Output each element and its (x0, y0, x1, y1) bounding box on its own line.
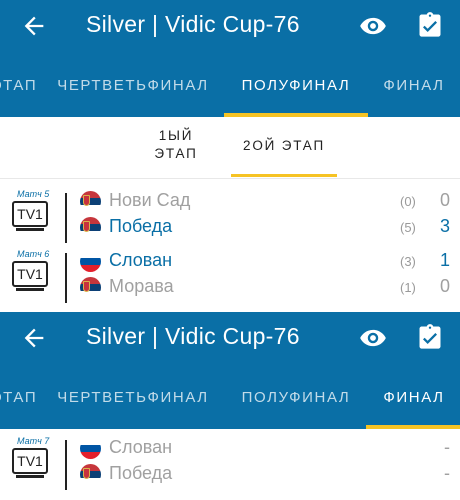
tab-quarterfinal[interactable]: ЧЕРТВЕТЬФИНАЛ (50, 364, 216, 429)
team-score: 0 (439, 276, 450, 296)
team-seed: (0) (400, 194, 416, 209)
team-name: Слован (109, 250, 173, 270)
tab-final[interactable]: ФИНАЛ (374, 52, 454, 117)
team-name: Слован (109, 437, 173, 457)
team-name: Нови Сад (109, 190, 191, 210)
divider (65, 253, 67, 303)
round-tabs: ЭТАП ЧЕРТВЕТЬФИНАЛ ПОЛУФИНАЛ ФИНАЛ (0, 52, 460, 117)
team-seed: (5) (400, 220, 416, 235)
screen-semifinal: Silver | Vidic Cup-76 ЭТАП ЧЕРТВЕТЬФИНАЛ… (0, 0, 460, 312)
team-score: - (444, 463, 450, 483)
stage-subtabs: 1ЫЙ ЭТАП 2ОЙ ЭТАП (0, 117, 460, 179)
team-score: 0 (439, 190, 450, 210)
match-label: Матч 6 (17, 249, 50, 259)
team-row[interactable]: Морава (1) 0 (78, 275, 458, 301)
app-bar: Silver | Vidic Cup-76 (0, 0, 460, 52)
serbia-flag-icon (80, 464, 101, 485)
subtab-stage-1[interactable]: 1ЫЙ ЭТАП (136, 117, 216, 177)
tab-semifinal[interactable]: ПОЛУФИНАЛ (224, 52, 368, 117)
team-row[interactable]: Нови Сад (0) 0 (78, 189, 458, 215)
team-seed: (1) (400, 280, 416, 295)
match-label: Матч 5 (17, 189, 50, 199)
team-row[interactable]: Слован (3) 1 (78, 249, 458, 275)
eye-icon[interactable] (358, 12, 388, 40)
tab-semifinal[interactable]: ПОЛУФИНАЛ (224, 364, 368, 429)
team-seed: (3) (400, 254, 416, 269)
team-name: Победа (109, 463, 173, 483)
team-name: Победа (109, 216, 173, 236)
tab-stage[interactable]: ЭТАП (0, 364, 54, 429)
back-arrow-icon[interactable] (20, 12, 48, 40)
slovenia-flag-icon (80, 251, 101, 272)
tab-stage[interactable]: ЭТАП (0, 52, 54, 117)
serbia-flag-icon (80, 277, 101, 298)
serbia-flag-icon (80, 217, 101, 238)
eye-icon[interactable] (358, 324, 388, 352)
app-title: Silver | Vidic Cup-76 (86, 323, 300, 349)
tv-icon: TV1 (12, 448, 48, 478)
slovenia-flag-icon (80, 438, 101, 459)
app-title: Silver | Vidic Cup-76 (86, 11, 300, 37)
subtab-stage-2[interactable]: 2ОЙ ЭТАП (231, 117, 337, 177)
tv-icon: TV1 (12, 261, 48, 291)
tab-quarterfinal[interactable]: ЧЕРТВЕТЬФИНАЛ (50, 52, 216, 117)
team-row[interactable]: Победа - (78, 462, 458, 488)
match-card[interactable]: Матч 7 TV1 Слован - Победа - (0, 436, 460, 494)
back-arrow-icon[interactable] (20, 324, 48, 352)
clipboard-check-icon[interactable] (416, 322, 444, 352)
team-row[interactable]: Победа (5) 3 (78, 215, 458, 241)
team-row[interactable]: Слован - (78, 436, 458, 462)
tab-indicator (366, 425, 460, 429)
team-score: - (444, 437, 450, 457)
match-label: Матч 7 (17, 436, 50, 446)
divider (65, 193, 67, 243)
clipboard-check-icon[interactable] (416, 10, 444, 40)
match-card[interactable]: Матч 6 TV1 Слован (3) 1 Морава (1) 0 (0, 249, 460, 307)
round-tabs: ЭТАП ЧЕРТВЕТЬФИНАЛ ПОЛУФИНАЛ ФИНАЛ (0, 364, 460, 429)
serbia-flag-icon (80, 191, 101, 212)
team-score: 1 (439, 250, 450, 270)
screen-final: Silver | Vidic Cup-76 ЭТАП ЧЕРТВЕТЬФИНАЛ… (0, 312, 460, 500)
tv-icon: TV1 (12, 201, 48, 231)
subtab-indicator (231, 174, 337, 177)
tab-final[interactable]: ФИНАЛ (366, 364, 460, 429)
team-name: Морава (109, 276, 174, 296)
match-card[interactable]: Матч 5 TV1 Нови Сад (0) 0 Победа (5) 3 (0, 189, 460, 247)
app-bar: Silver | Vidic Cup-76 (0, 312, 460, 364)
divider (65, 440, 67, 490)
team-score: 3 (439, 216, 450, 236)
